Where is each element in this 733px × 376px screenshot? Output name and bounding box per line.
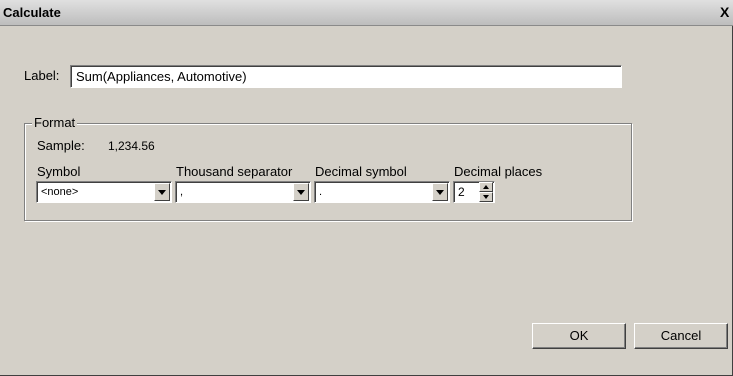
spin-buttons	[479, 182, 493, 202]
ok-button[interactable]: OK	[532, 323, 626, 349]
thousand-separator-dropdown-button[interactable]	[293, 183, 309, 201]
chevron-down-icon	[436, 190, 444, 195]
decimal-places-spinner[interactable]: 2	[453, 181, 495, 203]
symbol-select-value: <none>	[41, 186, 79, 198]
symbol-label: Symbol	[37, 164, 81, 179]
thousand-separator-select[interactable]: ,	[175, 181, 311, 203]
calculate-dialog: Calculate X Label: Sum(Appliances, Autom…	[0, 0, 733, 376]
title-bar[interactable]: Calculate X	[0, 0, 733, 26]
decimal-symbol-select[interactable]: .	[314, 181, 450, 203]
decimal-places-value: 2	[458, 185, 465, 199]
sample-value: 1,234.56	[108, 139, 155, 153]
arrow-down-icon	[483, 195, 489, 199]
decimal-symbol-value: .	[319, 186, 323, 198]
decimal-places-label: Decimal places	[454, 164, 543, 179]
label-input[interactable]: Sum(Appliances, Automotive)	[70, 65, 622, 88]
decimal-symbol-label: Decimal symbol	[315, 164, 407, 179]
symbol-dropdown-button[interactable]	[154, 183, 170, 201]
spin-up-button[interactable]	[479, 182, 493, 192]
chevron-down-icon	[158, 190, 166, 195]
symbol-select[interactable]: <none>	[36, 181, 172, 203]
thousand-separator-value: ,	[180, 186, 184, 198]
chevron-down-icon	[297, 190, 305, 195]
arrow-up-icon	[483, 185, 489, 189]
sample-label: Sample:	[37, 138, 85, 153]
format-legend: Format	[32, 115, 78, 130]
spin-down-button[interactable]	[479, 192, 493, 202]
cancel-button[interactable]: Cancel	[634, 323, 728, 349]
window-title: Calculate	[3, 5, 61, 20]
decimal-symbol-dropdown-button[interactable]	[432, 183, 448, 201]
label-input-value: Sum(Appliances, Automotive)	[76, 69, 247, 84]
thousand-separator-label: Thousand separator	[176, 164, 293, 179]
close-icon[interactable]: X	[720, 4, 733, 20]
label-field-label: Label:	[24, 68, 60, 83]
